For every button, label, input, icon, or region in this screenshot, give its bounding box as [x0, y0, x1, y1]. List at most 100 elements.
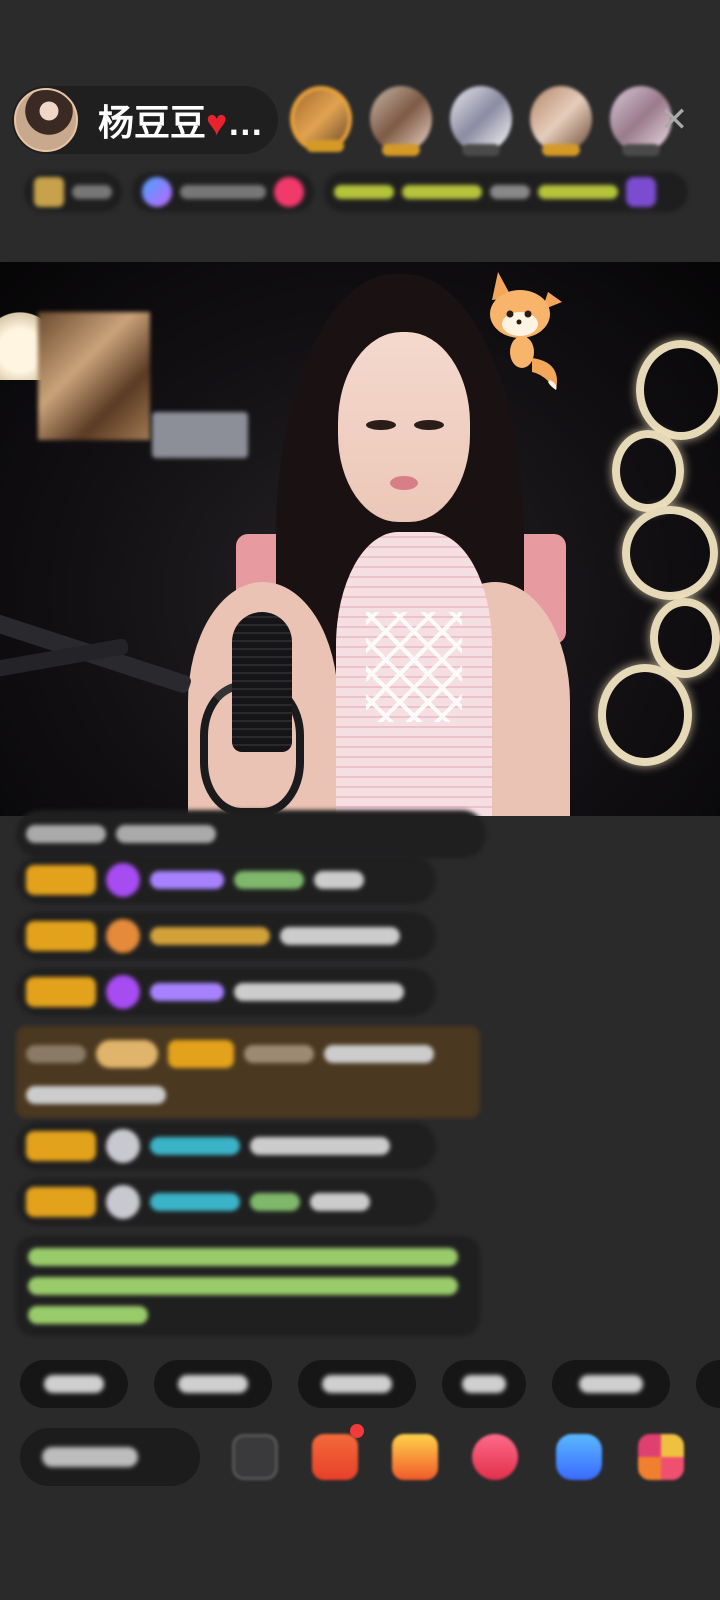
- fan-level-badge: [26, 977, 96, 1007]
- viewer-avatar[interactable]: [450, 86, 512, 156]
- notification-dot: [350, 1424, 364, 1438]
- emoji-icon[interactable]: [232, 1434, 278, 1480]
- notice-marquee-chip[interactable]: [324, 172, 688, 212]
- fan-text: [180, 185, 266, 199]
- room-info-bar: [24, 170, 688, 214]
- host-name-text: 杨豆豆: [98, 102, 207, 143]
- chat-message: [16, 968, 436, 1016]
- more-apps-icon[interactable]: [638, 1434, 684, 1480]
- quick-reply-chip[interactable]: [298, 1360, 416, 1408]
- shield-icon: [106, 919, 140, 953]
- microphone: [232, 612, 292, 752]
- host-avatar[interactable]: [14, 88, 78, 152]
- chat-input-placeholder: [42, 1447, 138, 1467]
- host-name[interactable]: 杨豆豆♥…: [98, 94, 263, 146]
- notice-badge-icon: [626, 177, 656, 207]
- notice-text: [28, 1248, 458, 1267]
- notice-text: [490, 185, 530, 199]
- banner-text: [26, 1086, 166, 1104]
- notice-text: [28, 1276, 458, 1295]
- background-shelf: [38, 312, 150, 440]
- ring-light: [622, 506, 718, 600]
- noble-badge: [96, 1040, 158, 1068]
- chat-text: [310, 1193, 370, 1211]
- viewer-rank-badge: [462, 144, 500, 156]
- notice-text: [402, 185, 482, 199]
- bottom-action-bar: [0, 1424, 720, 1494]
- viewer-rank-badge: [542, 144, 580, 156]
- user-avatar-icon: [106, 1185, 140, 1219]
- quick-reply-chip[interactable]: [20, 1360, 128, 1408]
- rank-text: [72, 185, 112, 199]
- quick-reply-chip[interactable]: [696, 1360, 720, 1408]
- chat-text: [26, 825, 106, 843]
- banner-text: [324, 1045, 434, 1063]
- live-room-header: 杨豆豆♥… ✕: [0, 0, 720, 262]
- top-viewers-list: [290, 86, 672, 156]
- fan-group-chip[interactable]: [132, 172, 314, 212]
- ring-light: [636, 340, 720, 440]
- chat-text: [280, 927, 400, 945]
- chat-message: [16, 1178, 436, 1226]
- chat-message: [16, 912, 436, 960]
- chat-text: [250, 1137, 390, 1155]
- live-video-stream[interactable]: [0, 262, 720, 816]
- heart-icon: ♥: [206, 102, 228, 143]
- chat-message: [16, 1122, 436, 1170]
- notice-text: [28, 1305, 148, 1324]
- streamer-face: [338, 332, 470, 522]
- viewer-avatar[interactable]: [530, 86, 592, 156]
- streamer-eye: [366, 420, 396, 430]
- user-avatar-icon: [106, 1129, 140, 1163]
- enter-room-banner: [16, 1026, 480, 1118]
- quick-reply-chip[interactable]: [154, 1360, 272, 1408]
- quick-reply-chip[interactable]: [442, 1360, 526, 1408]
- chat-username[interactable]: [244, 1045, 314, 1063]
- notice-text: [538, 185, 618, 199]
- chat-text: [234, 871, 304, 889]
- host-info-pill[interactable]: 杨豆豆♥…: [12, 86, 278, 154]
- viewer-rank-badge: [622, 144, 660, 156]
- chat-message-list[interactable]: [0, 810, 720, 1356]
- fan-level-badge: [26, 865, 96, 895]
- viewer-avatar[interactable]: [370, 86, 432, 156]
- heart-gift-icon[interactable]: [472, 1434, 518, 1480]
- close-icon[interactable]: ✕: [656, 102, 692, 138]
- viewer-rank-badge: [306, 140, 344, 152]
- chat-message: [16, 810, 486, 858]
- fan-level-badge: [26, 921, 96, 951]
- chat-username[interactable]: [150, 983, 224, 1001]
- follow-heart-icon[interactable]: [274, 177, 304, 207]
- rank-icon: [34, 177, 64, 207]
- streamer-lips: [390, 476, 418, 490]
- chat-username[interactable]: [150, 1193, 240, 1211]
- game-controller-icon[interactable]: [556, 1434, 602, 1480]
- chat-text: [234, 983, 404, 1001]
- quick-reply-row: [0, 1360, 720, 1416]
- chat-username[interactable]: [150, 927, 270, 945]
- fox-sticker-icon: [490, 272, 562, 390]
- viewer-rank-badge: [382, 144, 420, 156]
- quick-reply-chip[interactable]: [552, 1360, 670, 1408]
- ellipsis: …: [227, 102, 264, 143]
- fan-level-badge: [168, 1040, 234, 1068]
- chat-text: [314, 871, 364, 889]
- banner-text: [26, 1045, 86, 1063]
- fan-level-badge: [26, 1187, 96, 1217]
- ring-light: [598, 664, 692, 766]
- chat-text: [116, 825, 216, 843]
- chat-input[interactable]: [20, 1428, 200, 1486]
- fan-level-badge: [26, 1131, 96, 1161]
- gift-box-icon[interactable]: [312, 1434, 358, 1480]
- diamond-icon: [106, 975, 140, 1009]
- chat-username[interactable]: [150, 871, 224, 889]
- system-notice: [16, 1236, 480, 1336]
- lace-detail: [366, 612, 462, 722]
- streamer-eye: [414, 420, 444, 430]
- ring-light: [612, 430, 684, 512]
- room-rank-chip[interactable]: [24, 172, 122, 212]
- fan-badge-icon: [142, 177, 172, 207]
- treasure-icon[interactable]: [392, 1434, 438, 1480]
- chat-username[interactable]: [150, 1137, 240, 1155]
- viewer-avatar[interactable]: [290, 86, 352, 152]
